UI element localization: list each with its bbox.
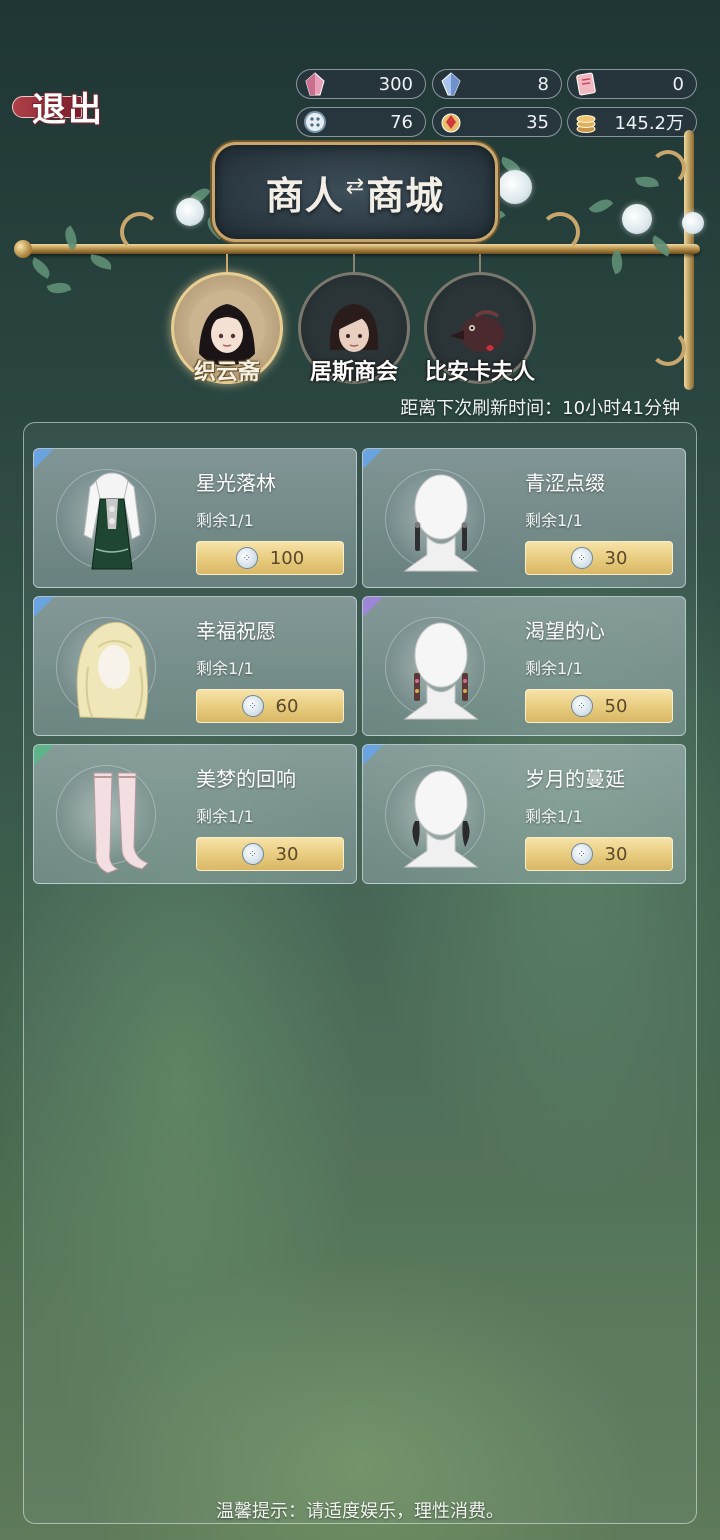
currency-value: 300 xyxy=(378,73,413,95)
item-card[interactable]: 星光落林 剩余1/1 ⁘ 100 xyxy=(33,448,357,588)
rose-decoration xyxy=(498,170,532,204)
buy-button[interactable]: ⁘ 60 xyxy=(196,689,344,723)
rose-decoration xyxy=(176,198,204,226)
item-card[interactable]: 渴望的心 剩余1/1 ⁘ 50 xyxy=(362,596,686,736)
item-card[interactable]: 青涩点缀 剩余1/1 ⁘ 30 xyxy=(362,448,686,588)
rose-decoration xyxy=(622,204,652,234)
item-name: 青涩点缀 xyxy=(525,471,605,495)
currency-value: 76 xyxy=(390,111,413,133)
button-coin-icon: ⁘ xyxy=(570,695,593,717)
shop-title-frame[interactable]: 商人 ⇄ 商城 xyxy=(212,142,498,242)
pink-ticket-icon xyxy=(570,68,602,100)
item-name: 岁月的蔓延 xyxy=(525,767,625,791)
ornament-scroll xyxy=(650,330,686,366)
merchant-label: 比安卡夫人 xyxy=(424,359,535,385)
item-remaining: 剩余1/1 xyxy=(525,807,583,826)
currency-blue-crystal[interactable]: 8 xyxy=(432,69,562,99)
rarity-corner xyxy=(363,745,383,765)
merchant-tab-jusi[interactable]: 居斯商会 xyxy=(298,272,410,385)
currency-value: 0 xyxy=(672,73,684,95)
button-coin-icon: ⁘ xyxy=(241,843,264,865)
item-price: 30 xyxy=(604,843,628,865)
merchant-label: 居斯商会 xyxy=(309,359,398,385)
item-card[interactable]: 幸福祝愿 剩余1/1 ⁘ 60 xyxy=(33,596,357,736)
footer-tip: 温馨提示：请适度娱乐，理性消费。 xyxy=(216,1501,504,1522)
buy-button[interactable]: ⁘ 100 xyxy=(196,541,344,575)
button-coin-icon xyxy=(299,106,331,138)
item-card[interactable]: 美梦的回响 剩余1/1 ⁘ 30 xyxy=(33,744,357,884)
item-card[interactable]: 岁月的蔓延 剩余1/1 ⁘ 30 xyxy=(362,744,686,884)
leaf-decoration xyxy=(588,194,614,218)
leaf-decoration xyxy=(28,257,54,279)
currency-value: 145.2万 xyxy=(614,113,684,134)
currency-gold-coin[interactable]: 145.2万 xyxy=(567,107,697,137)
currency-value: 35 xyxy=(526,111,549,133)
refresh-timer: 距离下次刷新时间：10小时41分钟 xyxy=(400,398,680,419)
item-name: 美梦的回响 xyxy=(196,767,296,791)
rarity-corner xyxy=(34,449,54,469)
merchant-label: 织云斋 xyxy=(193,359,260,385)
item-price: 100 xyxy=(269,547,305,569)
rarity-corner xyxy=(363,449,383,469)
gold-coin-stack-icon xyxy=(570,106,602,138)
rarity-corner xyxy=(363,597,383,617)
stockings-icon xyxy=(93,772,149,874)
shop-switch-label: 商城 xyxy=(366,172,445,218)
button-coin-icon: ⁘ xyxy=(570,547,593,569)
dress-icon xyxy=(83,472,141,570)
red-gem-icon xyxy=(435,106,467,138)
shop-title: 商人 xyxy=(265,172,344,218)
rarity-corner xyxy=(34,597,54,617)
blue-crystal-icon xyxy=(435,68,467,100)
item-price: 60 xyxy=(275,695,299,717)
ornament-rail xyxy=(20,244,700,254)
button-coin-icon: ⁘ xyxy=(570,843,593,865)
button-coin-icon: ⁘ xyxy=(235,547,258,569)
currency-value: 8 xyxy=(537,73,549,95)
item-remaining: 剩余1/1 xyxy=(196,511,254,530)
currency-red-gem[interactable]: 35 xyxy=(432,107,562,137)
item-remaining: 剩余1/1 xyxy=(196,659,254,678)
buy-button[interactable]: ⁘ 50 xyxy=(525,689,673,723)
item-name: 幸福祝愿 xyxy=(196,619,276,643)
item-price: 30 xyxy=(275,843,299,865)
buy-button[interactable]: ⁘ 30 xyxy=(525,837,673,871)
item-remaining: 剩余1/1 xyxy=(196,807,254,826)
rose-decoration xyxy=(682,212,704,234)
buy-button[interactable]: ⁘ 30 xyxy=(525,541,673,575)
item-remaining: 剩余1/1 xyxy=(525,659,583,678)
currency-pink-crystal[interactable]: 300 xyxy=(296,69,426,99)
merchant-tab-zhiyunzhai[interactable]: 织云斋 xyxy=(171,272,283,385)
merchant-tab-bianka[interactable]: 比安卡夫人 xyxy=(424,272,536,385)
ornament-rail-end xyxy=(14,240,32,258)
rarity-corner xyxy=(34,745,54,765)
pink-crystal-icon xyxy=(299,68,331,100)
exit-button[interactable]: 退出 xyxy=(8,78,128,134)
ornament-scroll xyxy=(120,212,160,252)
item-name: 星光落林 xyxy=(196,471,276,495)
exit-label: 退出 xyxy=(32,89,104,130)
currency-pink-ticket[interactable]: 0 xyxy=(567,69,697,99)
ornament-scroll xyxy=(540,212,580,252)
earring-icon xyxy=(403,474,479,572)
earring-icon xyxy=(403,770,479,868)
buy-button[interactable]: ⁘ 30 xyxy=(196,837,344,871)
leaf-decoration xyxy=(46,278,72,298)
button-coin-icon: ⁘ xyxy=(241,695,264,717)
item-price: 30 xyxy=(604,547,628,569)
wig-icon xyxy=(76,621,149,720)
item-name: 渴望的心 xyxy=(525,619,605,643)
item-price: 50 xyxy=(604,695,628,717)
currency-button-coin[interactable]: 76 xyxy=(296,107,426,137)
item-remaining: 剩余1/1 xyxy=(525,511,583,530)
leaf-decoration xyxy=(89,254,113,270)
earring-icon xyxy=(403,622,479,720)
swap-arrow-icon: ⇄ xyxy=(345,173,365,199)
